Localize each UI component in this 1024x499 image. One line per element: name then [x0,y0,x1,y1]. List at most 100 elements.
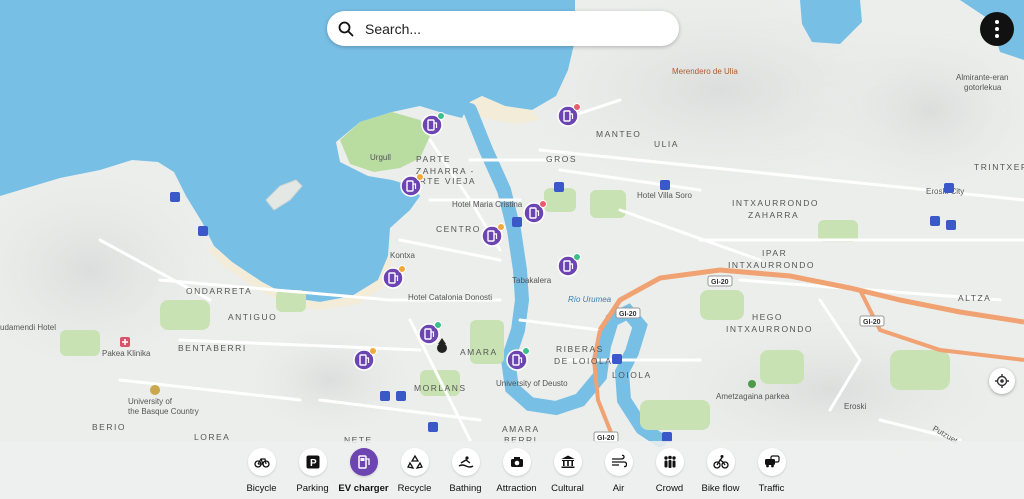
category-label: Attraction [496,483,537,494]
label-deusto: University of Deusto [496,379,568,388]
ev-status-dot [539,200,547,208]
shield-gi20-c: GI-20 [863,319,881,326]
ev-status-dot [398,265,406,273]
label-eroski: Eroski [844,402,866,411]
label-antiguo: ANTIGUO [228,312,277,322]
label-university-1: University of [128,397,173,406]
label-ipar-1: IPAR [762,248,787,258]
label-maria-cristina: Hotel Maria Cristina [452,200,523,209]
category-label: EV charger [338,483,389,494]
label-amara-berri-1: AMARA [502,424,540,434]
label-tabakalera: Tabakalera [512,276,552,285]
category-bike-flow[interactable]: Bike flow [695,448,746,494]
category-label: Bicycle [246,483,277,494]
park-icon [748,380,756,388]
crowd-icon [655,448,684,476]
label-pakea: Pakea Klinika [102,349,151,358]
label-loiola: LOIOLA [612,370,652,380]
label-riberas-2: DE LOIOLA [554,356,612,366]
label-villa-soro: Hotel Villa Soro [637,191,693,200]
label-urgull: Urgull [370,153,391,162]
category-label: Cultural [551,483,584,494]
label-ipar-2: INTXAURRONDO [728,260,815,270]
more-dot [995,34,999,38]
bicycle-icon [247,448,276,476]
locate-me-button[interactable] [989,368,1015,394]
shield-gi20-a: GI-20 [711,279,729,286]
label-udamendi: udamendi Hotel [0,323,56,332]
more-menu-button[interactable] [980,12,1014,46]
label-parte-2: ZAHARRA - [416,166,475,176]
category-parking[interactable]: P Parking [287,448,338,494]
category-label: Bike flow [701,483,740,494]
label-gros: GROS [546,154,577,164]
label-ametzagaina: Ametzagaina parkea [716,392,790,401]
label-parte-1: PARTE [416,154,451,164]
label-hego-1: HEGO [752,312,783,322]
ev-status-dot [437,112,445,120]
label-almirante-2: gotorlekua [964,83,1002,92]
label-morlans: MORLANS [414,383,467,393]
category-ev-charger[interactable]: EV charger [338,448,389,494]
parking-icon: P [298,448,327,476]
category-bathing[interactable]: Bathing [440,448,491,494]
category-crowd[interactable]: Crowd [644,448,695,494]
university-icon [150,385,160,395]
label-rio-urumea: Río Urumea [568,295,612,304]
category-label: Traffic [758,483,785,494]
search-icon [338,21,354,36]
category-attraction[interactable]: Attraction [491,448,542,494]
label-merendero: Merendero de Ulia [672,67,738,76]
ev-status-dot [369,347,377,355]
ev-status-dot [522,347,530,355]
ev-status-dot [497,223,505,231]
recycle-icon [400,448,429,476]
label-intxaurrondo-zaharra-2: ZAHARRA [748,210,799,220]
map-canvas[interactable]: Merendero de Ulia Almirante-eran gotorle… [0,0,1024,499]
attraction-icon [502,448,531,476]
label-bentaberri: BENTABERRI [178,343,247,353]
label-berio: BERIO [92,422,126,432]
more-dots-icon [995,20,999,24]
category-label: Crowd [655,483,684,494]
label-catalonia: Hotel Catalonia Donosti [408,293,492,302]
traffic-icon [757,448,786,476]
search-input[interactable] [363,19,647,38]
hospital-icon [120,337,130,347]
label-ondarreta: ONDARRETA [186,286,252,296]
bike-flow-icon [706,448,735,476]
svg-text:P: P [310,458,317,469]
label-kontxa: Kontxa [390,251,415,260]
ev-status-dot [416,173,424,181]
category-traffic[interactable]: Traffic [746,448,797,494]
label-centro: CENTRO [436,224,481,234]
label-almirante-1: Almirante-eran [956,73,1008,82]
category-label: Bathing [449,483,482,494]
cultural-icon [553,448,582,476]
label-riberas-1: RIBERAS [556,344,604,354]
ev-status-dot [573,103,581,111]
label-altza: ALTZA [958,293,991,303]
crosshair-icon [995,374,1009,388]
bathing-icon [451,448,480,476]
ev-status-dot [573,253,581,261]
label-ulia: ULIA [654,139,679,149]
ev-charger-icon [349,448,378,476]
label-manteo: MANTEO [596,129,641,139]
shield-gi20-b: GI-20 [619,311,637,318]
category-list: Bicycle P Parking EV charger Recycle Bathing A… [236,448,797,494]
category-label: Air [612,483,625,494]
label-hego-2: INTXAURRONDO [726,324,813,334]
category-air[interactable]: Air [593,448,644,494]
category-bicycle[interactable]: Bicycle [236,448,287,494]
more-dot [995,27,999,31]
label-intxaurrondo-zaharra-1: INTXAURRONDO [732,198,819,208]
label-trintxer: TRINTXER [974,162,1024,172]
search-bar[interactable] [327,11,679,46]
category-label: Recycle [397,483,432,494]
category-cultural[interactable]: Cultural [542,448,593,494]
air-icon [604,448,633,476]
label-university-2: the Basque Country [128,407,199,416]
ev-status-dot [434,321,442,329]
category-recycle[interactable]: Recycle [389,448,440,494]
